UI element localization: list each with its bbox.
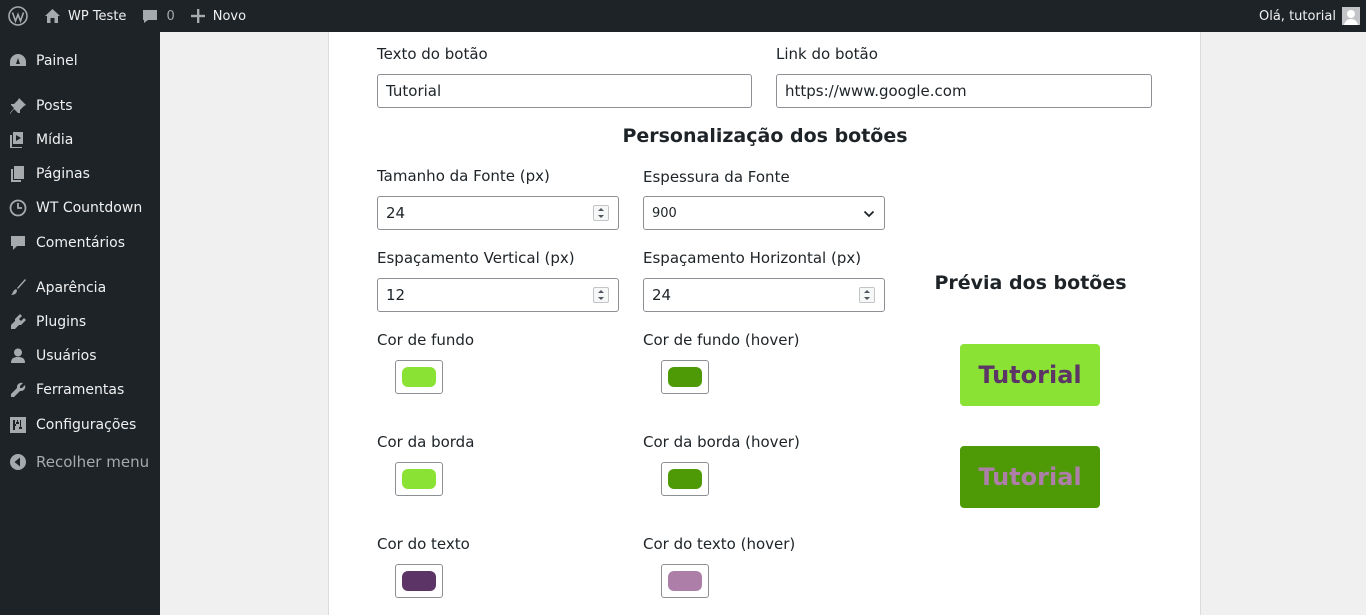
horizontal-padding-input[interactable]: 24 <box>643 278 885 312</box>
vertical-padding-input[interactable]: 12 <box>377 278 619 312</box>
user-icon <box>8 346 28 366</box>
site-name: WP Teste <box>68 8 127 24</box>
wrench-icon <box>8 380 28 400</box>
font-weight-value: 900 <box>652 205 677 221</box>
clock-icon <box>8 198 28 218</box>
border-hover-color-picker[interactable] <box>661 462 709 496</box>
sidebar-item-configuracoes[interactable]: Configurações <box>0 408 160 442</box>
font-size-value: 24 <box>386 204 406 222</box>
text-color-chip <box>402 571 436 591</box>
vertical-padding-label: Espaçamento Vertical (px) <box>377 249 575 267</box>
collapse-menu-button[interactable]: Recolher menu <box>0 445 160 479</box>
sidebar-item-label: Páginas <box>36 166 90 182</box>
comments-link[interactable]: 0 <box>134 0 182 32</box>
font-weight-label: Espessura da Fonte <box>643 168 790 186</box>
sidebar-item-label: Painel <box>36 53 78 69</box>
bg-hover-color-chip <box>668 367 702 387</box>
bg-color-label: Cor de fundo <box>377 331 475 349</box>
sidebar-item-aparencia[interactable]: Aparência <box>0 271 160 305</box>
sidebar-item-posts[interactable]: Posts <box>0 89 160 123</box>
comment-icon <box>8 233 28 253</box>
button-text-input[interactable]: Tutorial <box>377 74 752 108</box>
greeting: Olá, tutorial <box>1259 8 1336 24</box>
bg-color-chip <box>402 367 436 387</box>
sidebar-item-label: Usuários <box>36 348 97 364</box>
pin-icon <box>8 96 28 116</box>
pages-icon <box>8 164 28 184</box>
sidebar-item-label: Mídia <box>36 132 74 148</box>
text-hover-color-label: Cor do texto (hover) <box>643 535 796 553</box>
preview-button-hover[interactable]: Tutorial <box>960 446 1100 508</box>
plus-icon <box>190 9 205 23</box>
account-menu[interactable]: Olá, tutorial <box>1251 0 1366 32</box>
site-name-link[interactable]: WP Teste <box>36 0 134 32</box>
sidebar-item-painel[interactable]: Painel <box>0 44 160 78</box>
main-content: Texto do botão Tutorial Link do botão ht… <box>160 32 1366 615</box>
sidebar-item-label: Aparência <box>36 280 107 296</box>
border-hover-color-label: Cor da borda (hover) <box>643 433 800 451</box>
brush-icon <box>8 278 28 298</box>
bg-hover-color-picker[interactable] <box>661 360 709 394</box>
admin-bar: WP Teste 0 Novo Olá, tutorial <box>0 0 1366 32</box>
bg-color-picker[interactable] <box>395 360 443 394</box>
button-text-label: Texto do botão <box>377 45 488 63</box>
sidebar-item-wt-countdown[interactable]: WT Countdown <box>0 191 160 225</box>
dashboard-icon <box>8 51 28 71</box>
bg-hover-color-label: Cor de fundo (hover) <box>643 331 800 349</box>
avatar <box>1342 7 1360 25</box>
text-hover-color-picker[interactable] <box>661 564 709 598</box>
comments-count: 0 <box>166 8 175 24</box>
sidebar-item-comentarios[interactable]: Comentários <box>0 226 160 260</box>
wordpress-logo-icon[interactable] <box>0 0 36 32</box>
number-spinner[interactable] <box>859 287 875 303</box>
sidebar-item-ferramentas[interactable]: Ferramentas <box>0 373 160 407</box>
font-size-label: Tamanho da Fonte (px) <box>377 167 550 185</box>
number-spinner[interactable] <box>593 205 609 221</box>
sidebar-item-label: Configurações <box>36 417 137 433</box>
sidebar-item-label: WT Countdown <box>36 200 143 216</box>
sidebar-item-label: Comentários <box>36 235 126 251</box>
admin-sidebar: Painel Posts Mídia Páginas WT Countdown … <box>0 32 160 615</box>
new-content-link[interactable]: Novo <box>183 0 254 32</box>
horizontal-padding-value: 24 <box>652 286 672 304</box>
text-color-label: Cor do texto <box>377 535 470 553</box>
section-title: Personalização dos botões <box>622 125 908 147</box>
plug-icon <box>8 312 28 332</box>
sidebar-item-label: Posts <box>36 98 73 114</box>
chevron-down-icon <box>863 208 875 223</box>
sidebar-item-usuarios[interactable]: Usuários <box>0 339 160 373</box>
sidebar-item-label: Ferramentas <box>36 382 125 398</box>
new-label: Novo <box>212 8 247 24</box>
settings-panel: Texto do botão Tutorial Link do botão ht… <box>328 32 1201 615</box>
border-color-chip <box>402 469 436 489</box>
font-size-input[interactable]: 24 <box>377 196 619 230</box>
text-hover-color-chip <box>668 571 702 591</box>
sidebar-item-midia[interactable]: Mídia <box>0 123 160 157</box>
button-link-label: Link do botão <box>776 45 878 63</box>
settings-sliders-icon <box>8 415 28 435</box>
border-hover-color-chip <box>668 469 702 489</box>
border-color-picker[interactable] <box>395 462 443 496</box>
text-color-picker[interactable] <box>395 564 443 598</box>
sidebar-item-label: Plugins <box>36 314 87 330</box>
vertical-padding-value: 12 <box>386 286 406 304</box>
media-icon <box>8 130 28 150</box>
button-link-input[interactable]: https://www.google.com <box>776 74 1152 108</box>
preview-button[interactable]: Tutorial <box>960 344 1100 406</box>
collapse-arrow-icon <box>8 452 28 472</box>
home-icon <box>44 8 61 24</box>
sidebar-item-plugins[interactable]: Plugins <box>0 305 160 339</box>
number-spinner[interactable] <box>593 287 609 303</box>
horizontal-padding-label: Espaçamento Horizontal (px) <box>643 249 862 267</box>
border-color-label: Cor da borda <box>377 433 475 451</box>
sidebar-item-paginas[interactable]: Páginas <box>0 157 160 191</box>
preview-title: Prévia dos botões <box>934 272 1127 294</box>
collapse-menu-label: Recolher menu <box>36 453 150 471</box>
font-weight-select[interactable]: 900 <box>643 196 885 230</box>
comment-bubble-icon <box>142 9 158 24</box>
